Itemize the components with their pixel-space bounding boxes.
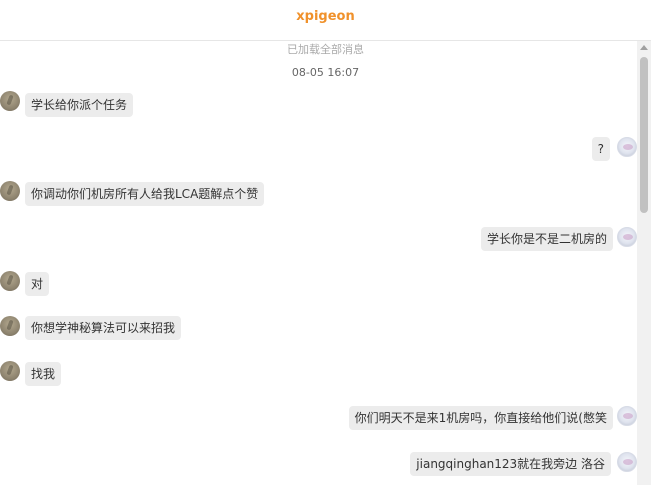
other-user-avatar[interactable] [0, 361, 20, 381]
self-avatar[interactable] [617, 406, 637, 426]
message-bubble-received: 对 [25, 272, 50, 296]
message-bubble-sent: ? [591, 137, 610, 161]
other-user-avatar[interactable] [0, 271, 20, 291]
scroll-thumb[interactable] [640, 57, 648, 213]
message-bubble-received: 找我 [25, 362, 62, 386]
all-messages-loaded-notice: 已加载全部消息 [287, 43, 364, 56]
other-user-avatar[interactable] [0, 181, 20, 201]
chat-scrollbar[interactable] [637, 41, 651, 485]
chat-header: xpigeon [0, 0, 651, 41]
message-area[interactable]: 已加载全部消息 08-05 16:07 学长给你派个任务 ? 你调动你们机房所有… [0, 41, 651, 485]
self-avatar[interactable] [617, 137, 637, 157]
scroll-up-arrow-icon[interactable] [640, 45, 648, 50]
conversation-title: xpigeon [296, 9, 355, 24]
message-bubble-sent: 学长你是不是二机房的 [480, 227, 613, 251]
message-timestamp: 08-05 16:07 [291, 66, 360, 79]
other-user-avatar[interactable] [0, 91, 20, 111]
message-bubble-sent: 你们明天不是来1机房吗，你直接给他们说(憋笑 [348, 406, 613, 430]
other-user-avatar[interactable] [0, 316, 20, 336]
message-bubble-received: 你想学神秘算法可以来招我 [25, 316, 182, 340]
message-bubble-received: 学长给你派个任务 [25, 93, 134, 117]
message-bubble-received: 你调动你们机房所有人给我LCA题解点个赞 [25, 182, 265, 206]
self-avatar[interactable] [617, 452, 637, 472]
message-bubble-sent: jiangqinghan123就在我旁边 洛谷 [410, 452, 611, 476]
self-avatar[interactable] [617, 227, 637, 247]
